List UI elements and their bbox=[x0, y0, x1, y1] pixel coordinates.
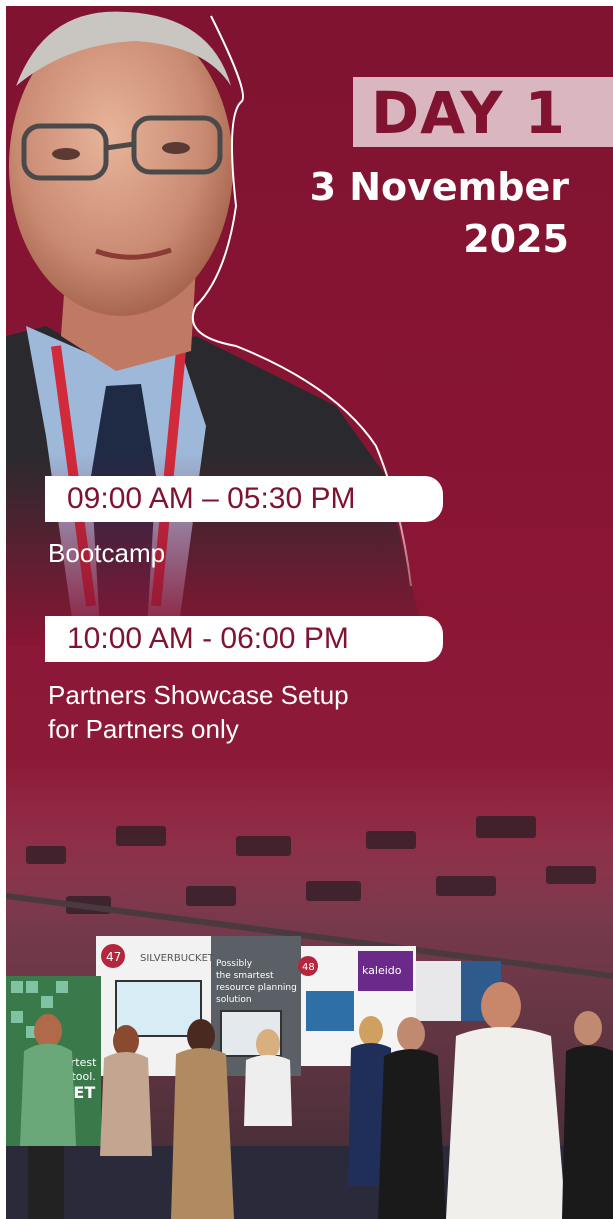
booth-tagline-line: Possibly bbox=[216, 959, 253, 969]
booth-number-47: 47 bbox=[106, 950, 121, 964]
day-badge: DAY 1 bbox=[353, 77, 613, 147]
session-time-pill: 09:00 AM – 05:30 PM bbox=[45, 476, 443, 522]
session-time: 10:00 AM - 06:00 PM bbox=[67, 622, 349, 655]
booth-tagline-line: solution bbox=[216, 995, 252, 1005]
session-title-line2: for Partners only bbox=[48, 714, 239, 744]
expo-hall-photo: 47 SILVERBUCKET Possibly the smartest re… bbox=[6, 766, 613, 1219]
day-label: DAY 1 bbox=[371, 79, 567, 147]
event-day-card: DAY 1 3 November 2025 09:00 AM – 05:30 P… bbox=[6, 6, 613, 1219]
date-day-month: 3 November bbox=[309, 165, 569, 209]
booth-number-48: 48 bbox=[302, 962, 315, 973]
booth-tagline-line: resource planning bbox=[216, 983, 297, 993]
session-title-line1: Partners Showcase Setup bbox=[48, 680, 349, 710]
date-year: 2025 bbox=[463, 217, 569, 261]
booth-brand-silverbucket: SILVERBUCKET bbox=[140, 953, 215, 964]
booth-brand-kaleido: kaleido bbox=[362, 964, 402, 977]
session-time: 09:00 AM – 05:30 PM bbox=[67, 482, 356, 515]
booth-tagline-line: the smartest bbox=[216, 971, 274, 981]
session-time-pill: 10:00 AM - 06:00 PM bbox=[45, 616, 443, 662]
session-title: Bootcamp bbox=[48, 538, 166, 568]
